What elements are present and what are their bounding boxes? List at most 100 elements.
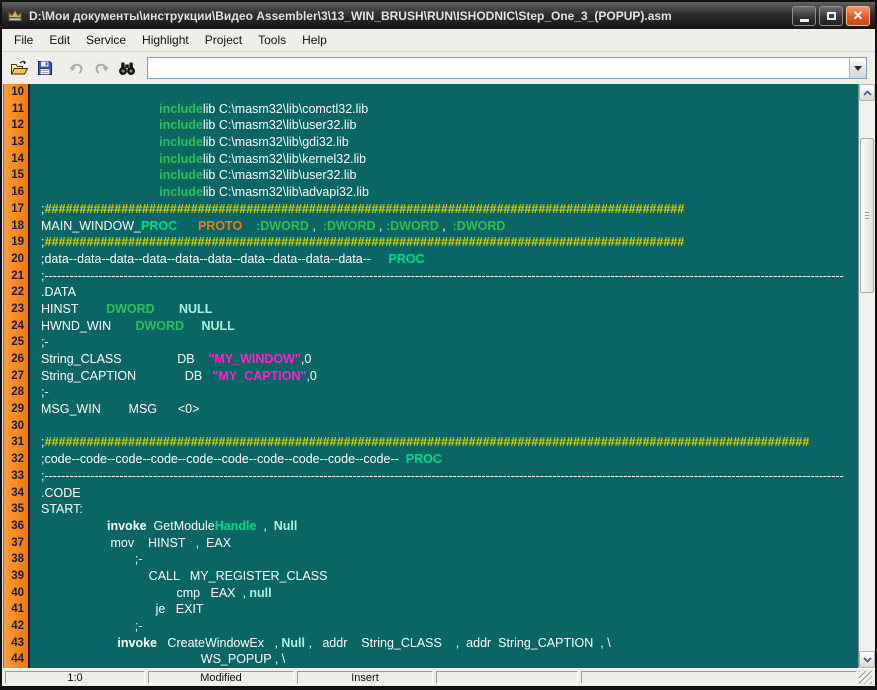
- code-text: includelib C:\masm32\lib\advapi32.lib: [30, 184, 369, 201]
- code-line[interactable]: 13 includelib C:\masm32\lib\gdi32.lib: [3, 134, 858, 151]
- undo-button[interactable]: [64, 56, 89, 81]
- line-number: 29: [3, 401, 30, 418]
- status-cell-cursor-position: 1:0: [5, 671, 145, 684]
- code-line[interactable]: 40 cmp EAX , null: [3, 585, 858, 602]
- scroll-up-button[interactable]: [859, 84, 875, 101]
- code-text: MSG_WIN MSG <0>: [30, 401, 199, 418]
- code-line[interactable]: 41 je EXIT: [3, 601, 858, 618]
- code-line[interactable]: 16 includelib C:\masm32\lib\advapi32.lib: [3, 184, 858, 201]
- code-text: ;---------------------------------------…: [30, 468, 844, 485]
- line-number: 36: [3, 518, 30, 535]
- code-text: ;code--code--code--code--code--code--cod…: [30, 451, 442, 468]
- code-text: [30, 84, 41, 101]
- code-line[interactable]: 26String_CLASS DB "MY_WINDOW",0: [3, 351, 858, 368]
- code-line[interactable]: 34.CODE: [3, 485, 858, 502]
- code-line[interactable]: 37 mov HINST , EAX: [3, 535, 858, 552]
- find-button[interactable]: [114, 56, 139, 81]
- code-line[interactable]: 11 includelib C:\masm32\lib\comctl32.lib: [3, 101, 858, 118]
- line-number: 34: [3, 485, 30, 502]
- code-text: String_CAPTION DB "MY_CAPTION",0: [30, 368, 317, 385]
- toolbar: [2, 52, 875, 84]
- thumb-grip-icon: [865, 212, 869, 220]
- title-bar[interactable]: D:\Мои документы\инструкции\Видео Assemb…: [2, 2, 875, 29]
- menu-item-edit[interactable]: Edit: [41, 30, 78, 50]
- code-line[interactable]: 20;data--data--data--data--data--data--d…: [3, 251, 858, 268]
- maximize-icon: [827, 12, 836, 20]
- save-file-button[interactable]: [32, 56, 57, 81]
- status-cell-extra-1: [436, 671, 578, 684]
- app-window: D:\Мои документы\инструкции\Видео Assemb…: [0, 0, 877, 690]
- code-text: invoke GetModuleHandle , Null: [30, 518, 297, 535]
- line-number: 30: [3, 418, 30, 435]
- code-line[interactable]: 32;code--code--code--code--code--code--c…: [3, 451, 858, 468]
- binoculars-icon: [118, 61, 136, 76]
- line-number: 31: [3, 434, 30, 451]
- app-icon: [7, 8, 23, 23]
- code-line[interactable]: 18MAIN_WINDOW_PROC PROTO :DWORD , :DWORD…: [3, 218, 858, 235]
- code-line[interactable]: 31;#####################################…: [3, 434, 858, 451]
- redo-button[interactable]: [89, 56, 114, 81]
- line-number: 27: [3, 368, 30, 385]
- code-text: START:: [30, 501, 83, 518]
- chevron-down-icon: [863, 657, 872, 663]
- code-line[interactable]: 36 invoke GetModuleHandle , Null: [3, 518, 858, 535]
- code-line[interactable]: 21;-------------------------------------…: [3, 268, 858, 285]
- line-number: 15: [3, 167, 30, 184]
- code-line[interactable]: 10: [3, 84, 858, 101]
- resize-grip[interactable]: [859, 671, 872, 684]
- line-number: 26: [3, 351, 30, 368]
- code-text: ;#######################################…: [30, 434, 809, 451]
- code-line[interactable]: 14 includelib C:\masm32\lib\kernel32.lib: [3, 151, 858, 168]
- code-line[interactable]: 12 includelib C:\masm32\lib\user32.lib: [3, 117, 858, 134]
- search-input[interactable]: [148, 58, 849, 78]
- code-line[interactable]: 28;-: [3, 384, 858, 401]
- code-line[interactable]: 33;-------------------------------------…: [3, 468, 858, 485]
- scroll-down-button[interactable]: [859, 651, 875, 668]
- code-line[interactable]: 27String_CAPTION DB "MY_CAPTION",0: [3, 368, 858, 385]
- menu-item-highlight[interactable]: Highlight: [134, 30, 197, 50]
- save-floppy-icon: [37, 60, 53, 76]
- code-line[interactable]: 29MSG_WIN MSG <0>: [3, 401, 858, 418]
- vertical-scrollbar[interactable]: [858, 84, 875, 668]
- code-line[interactable]: 17;#####################################…: [3, 201, 858, 218]
- menu-item-file[interactable]: File: [6, 30, 41, 50]
- code-line[interactable]: 15 includelib C:\masm32\lib\user32.lib: [3, 167, 858, 184]
- code-line[interactable]: 23HINST DWORD NULL: [3, 301, 858, 318]
- code-text: includelib C:\masm32\lib\gdi32.lib: [30, 134, 349, 151]
- menu-item-service[interactable]: Service: [78, 30, 134, 50]
- code-text: ;-: [30, 384, 49, 401]
- code-text: mov HINST , EAX: [30, 535, 231, 552]
- line-number: 20: [3, 251, 30, 268]
- combo-dropdown-button[interactable]: [849, 58, 866, 78]
- search-combobox[interactable]: [147, 57, 867, 79]
- line-number: 16: [3, 184, 30, 201]
- status-cells: 1:0ModifiedInsert: [5, 671, 857, 684]
- code-line[interactable]: 24HWND_WIN DWORD NULL: [3, 318, 858, 335]
- undo-arrow-icon: [68, 61, 85, 76]
- code-line[interactable]: 38 ;-: [3, 551, 858, 568]
- code-line[interactable]: 39 CALL MY_REGISTER_CLASS: [3, 568, 858, 585]
- open-file-button[interactable]: [7, 56, 32, 81]
- code-editor[interactable]: 1011 includelib C:\masm32\lib\comctl32.l…: [2, 84, 875, 668]
- minimize-button[interactable]: [792, 6, 816, 26]
- code-line[interactable]: 43 invoke CreateWindowEx , Null , addr S…: [3, 635, 858, 652]
- line-number: 13: [3, 134, 30, 151]
- menu-item-project[interactable]: Project: [197, 30, 250, 50]
- code-line[interactable]: 42 ;-: [3, 618, 858, 635]
- code-text: ;-: [30, 551, 142, 568]
- code-text: MAIN_WINDOW_PROC PROTO :DWORD , :DWORD ,…: [30, 218, 505, 235]
- close-button[interactable]: ✕: [846, 6, 870, 26]
- code-line[interactable]: 22.DATA: [3, 284, 858, 301]
- chevron-up-icon: [863, 90, 872, 96]
- redo-arrow-icon: [93, 61, 110, 76]
- code-line[interactable]: 44 WS_POPUP , \: [3, 651, 858, 668]
- maximize-button[interactable]: [819, 6, 843, 26]
- code-line[interactable]: 30: [3, 418, 858, 435]
- line-number: 14: [3, 151, 30, 168]
- code-line[interactable]: 35START:: [3, 501, 858, 518]
- code-line[interactable]: 19;#####################################…: [3, 234, 858, 251]
- menu-item-help[interactable]: Help: [294, 30, 335, 50]
- menu-item-tools[interactable]: Tools: [250, 30, 294, 50]
- code-line[interactable]: 25;-: [3, 334, 858, 351]
- scrollbar-thumb[interactable]: [860, 138, 874, 293]
